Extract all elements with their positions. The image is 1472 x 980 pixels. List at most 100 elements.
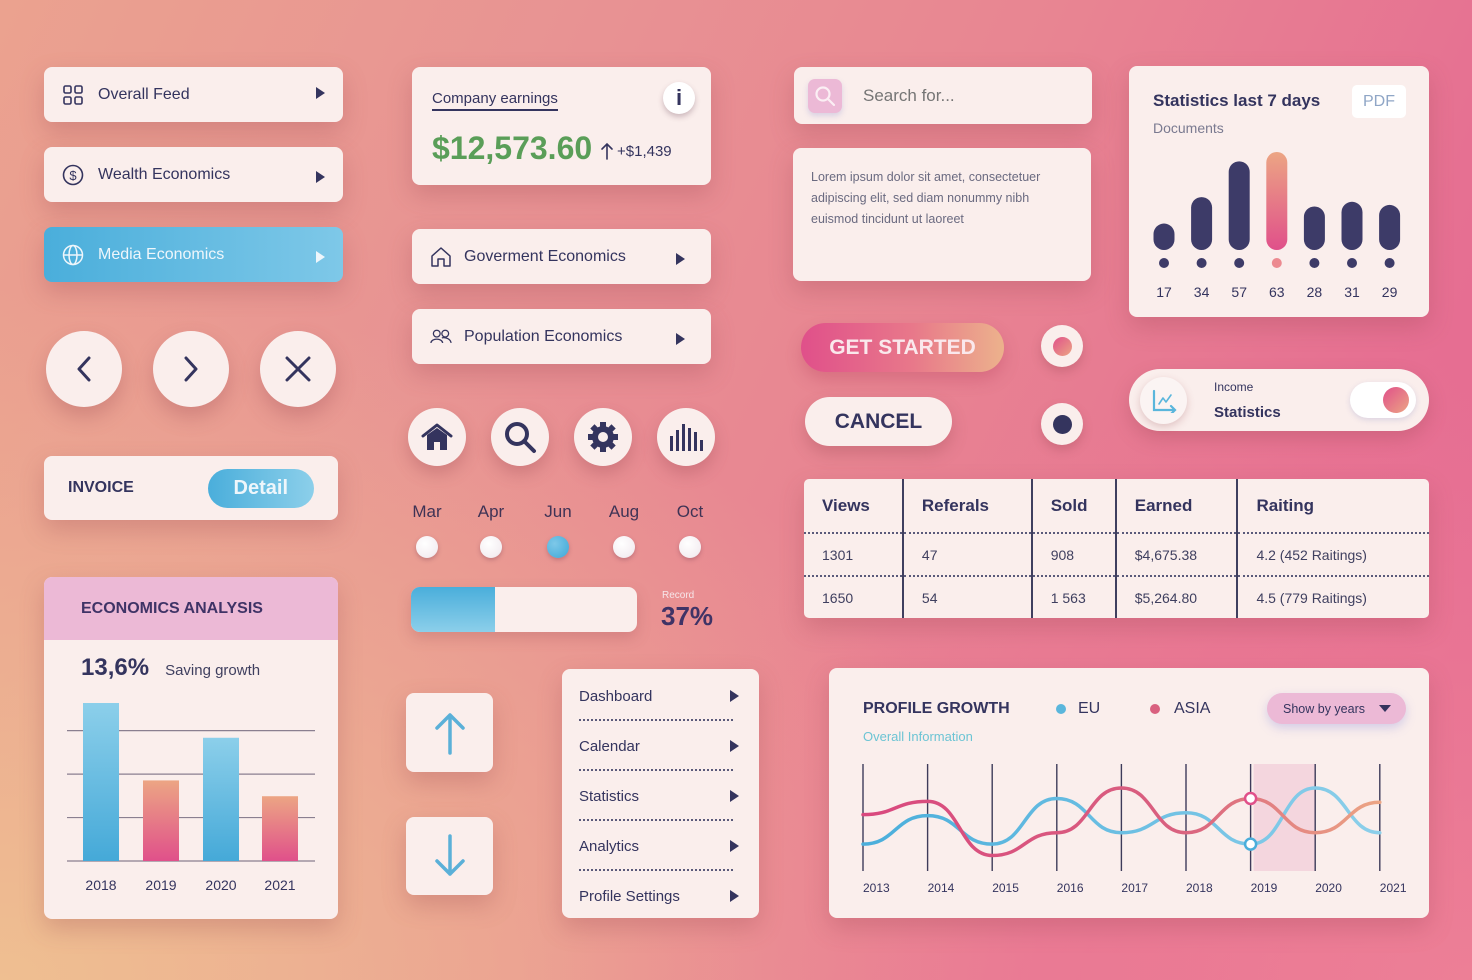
radio-dot-pink (1052, 336, 1072, 356)
radio-option-2[interactable] (1041, 403, 1083, 445)
profile-growth-line-chart: 2013 2014 2015 2016 2017 2018 2019 2020 2021 (861, 764, 1407, 895)
search-button-small[interactable] (808, 78, 842, 113)
nav-item-overall-feed[interactable]: Overall Feed (44, 67, 343, 122)
table-cell: $5,264.80 (1115, 576, 1239, 618)
month-option-jun[interactable]: Jun (538, 502, 578, 558)
stats7-bar[interactable] (1153, 223, 1175, 250)
stats7-bar[interactable] (1303, 206, 1325, 250)
table-cell: 908 (1031, 533, 1117, 577)
search-icon (505, 422, 536, 453)
table-cell: $4,675.38 (1115, 533, 1239, 577)
cancel-button[interactable]: CANCEL (805, 397, 952, 446)
nav-item-wealth-economics[interactable]: $ Wealth Economics (44, 147, 343, 202)
line-chart-icon (1152, 389, 1177, 413)
stats7-tick-label: 31 (1344, 284, 1360, 300)
nav-item-label: Population Economics (464, 327, 623, 345)
stats7-bar[interactable] (1341, 201, 1363, 250)
month-label: Mar (412, 502, 442, 521)
asia-point-marker[interactable] (1243, 791, 1258, 806)
menu-item-calendar[interactable]: Calendar (562, 721, 759, 771)
column-header-earned[interactable]: Earned (1115, 479, 1239, 534)
caret-right-icon (730, 840, 739, 852)
next-button[interactable] (153, 331, 229, 407)
nav-item-label: Overall Feed (98, 85, 190, 103)
eu-point-marker[interactable] (1243, 837, 1258, 851)
stats7-bar[interactable] (1379, 204, 1401, 250)
menu-item-label: Calendar (579, 737, 640, 755)
month-option-apr[interactable]: Apr (471, 502, 511, 558)
nav-item-goverment-economics[interactable]: Goverment Economics (412, 229, 711, 284)
menu-item-label: Dashboard (579, 687, 653, 705)
growth-x-tick: 2019 (1251, 881, 1278, 895)
column-header-raiting[interactable]: Raiting (1237, 479, 1429, 534)
econ-x-tick: 2020 (205, 877, 236, 893)
scroll-down-button[interactable] (406, 817, 493, 895)
scroll-up-button[interactable] (406, 693, 493, 772)
detail-button[interactable]: Detail (207, 468, 314, 508)
previous-button[interactable] (46, 331, 122, 407)
search-input[interactable] (863, 85, 1073, 106)
statistics-label: Statistics (1214, 404, 1281, 421)
settings-button[interactable] (574, 408, 632, 466)
month-option-aug[interactable]: Aug (604, 502, 644, 558)
econ-x-tick: 2021 (264, 877, 295, 893)
statistics-button[interactable] (657, 408, 715, 466)
column-header-sold[interactable]: Sold (1031, 479, 1117, 534)
side-menu: Dashboard Calendar Statistics Analytics Prof… (562, 669, 759, 918)
menu-item-dashboard[interactable]: Dashboard (562, 671, 759, 721)
stats7-dot (1309, 258, 1320, 268)
stats7-dot (1234, 258, 1245, 268)
month-option-mar[interactable]: Mar (407, 502, 447, 558)
econ-x-tick: 2019 (145, 877, 176, 893)
stats7-bar[interactable] (1266, 152, 1288, 250)
table-row: 1650 54 1 563 $5,264.80 4.5 (779 Raitings) (804, 576, 1429, 618)
econ-bar[interactable] (262, 796, 298, 861)
search-button[interactable] (491, 408, 549, 466)
arrow-up-icon (434, 712, 465, 755)
chevron-left-icon (77, 356, 91, 382)
get-started-button[interactable]: GET STARTED (801, 323, 1004, 372)
income-toggle-switch[interactable] (1350, 382, 1416, 418)
menu-item-analytics[interactable]: Analytics (562, 821, 759, 871)
column-header-referals[interactable]: Referals (902, 479, 1033, 534)
caret-right-icon (730, 690, 739, 702)
nav-item-media-economics[interactable]: Media Economics (44, 227, 343, 282)
info-button[interactable]: i (663, 82, 695, 114)
nav-item-label: Wealth Economics (98, 165, 231, 183)
menu-item-label: Statistics (579, 787, 640, 805)
stats7-bar[interactable] (1228, 161, 1250, 250)
company-earnings-card: Company earnings i $12,573.60 +$1,439 (412, 67, 711, 185)
invoice-card: INVOICE Detail (44, 456, 338, 520)
menu-item-profile-settings[interactable]: Profile Settings (562, 871, 759, 921)
month-radio[interactable] (613, 536, 635, 558)
month-label: Apr (477, 502, 505, 521)
chart-icon-badge (1140, 377, 1187, 424)
table-cell: 47 (902, 533, 1033, 577)
globe-icon (62, 244, 84, 266)
month-radio[interactable] (547, 536, 569, 558)
close-button[interactable] (260, 331, 336, 407)
search-bar (794, 67, 1092, 124)
toggle-knob (1383, 387, 1409, 413)
month-radio[interactable] (416, 536, 438, 558)
econ-bar[interactable] (203, 737, 239, 861)
grid-icon (62, 84, 84, 106)
close-icon (285, 356, 311, 382)
econ-bar[interactable] (143, 780, 179, 861)
column-header-views[interactable]: Views (804, 479, 904, 534)
econ-bar[interactable] (83, 703, 119, 861)
caret-right-icon (316, 170, 325, 183)
menu-item-statistics[interactable]: Statistics (562, 771, 759, 821)
radio-option-1[interactable] (1041, 325, 1083, 367)
menu-item-label: Profile Settings (579, 887, 680, 905)
nav-item-label: Media Economics (98, 245, 225, 263)
caret-right-icon (730, 790, 739, 802)
month-radio[interactable] (679, 536, 701, 558)
month-option-oct[interactable]: Oct (670, 502, 710, 558)
nav-item-population-economics[interactable]: Population Economics (412, 309, 711, 364)
month-radio[interactable] (480, 536, 502, 558)
info-icon: i (675, 85, 683, 110)
home-button[interactable] (408, 408, 466, 466)
stats7-bar[interactable] (1191, 197, 1213, 250)
growth-x-tick: 2018 (1186, 881, 1213, 895)
